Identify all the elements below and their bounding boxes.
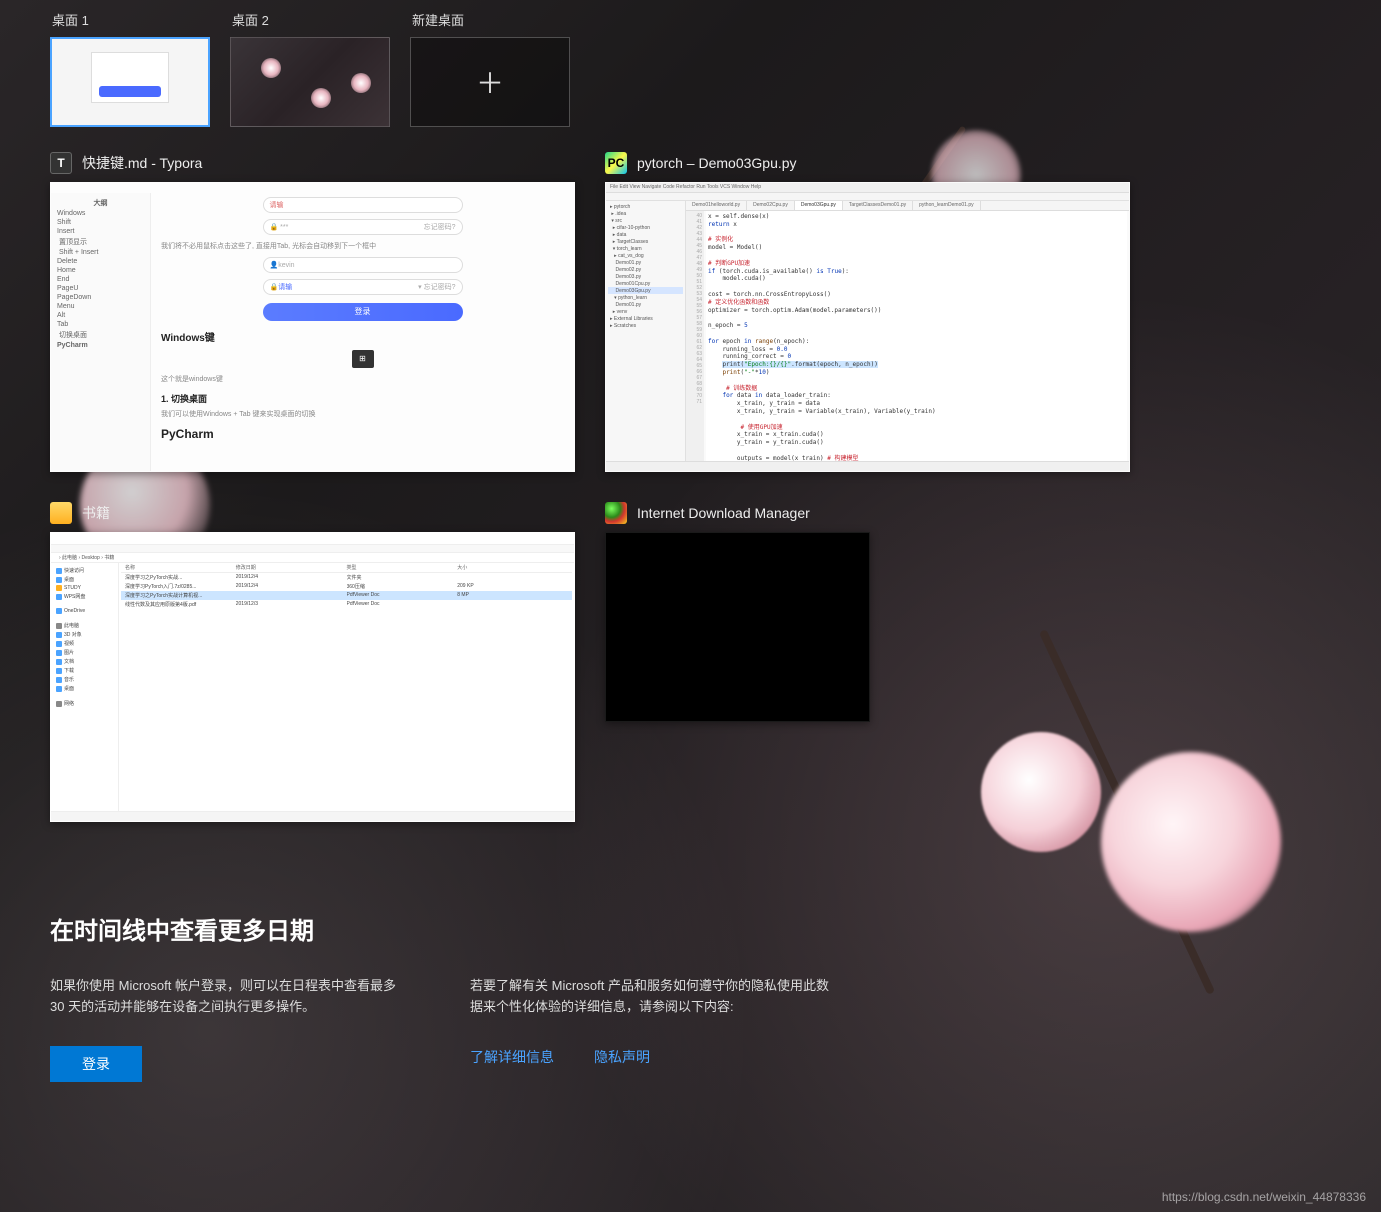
window-explorer-thumbnail[interactable]: › 此电脑 › Desktop › 书籍 快速访问 桌面 STUDY WPS网盘…	[50, 532, 575, 822]
learn-more-link[interactable]: 了解详细信息	[470, 1046, 554, 1068]
timeline-text-1: 如果你使用 Microsoft 帐户登录，则可以在日程表中查看最多 30 天的活…	[50, 976, 410, 1018]
new-desktop-label: 新建桌面	[410, 10, 570, 29]
pycharm-icon: PC	[605, 152, 627, 174]
virtual-desktops-bar: 桌面 1 桌面 2 新建桌面 ＋	[0, 0, 1381, 127]
pycharm-statusbar	[606, 461, 1129, 471]
window-pycharm-thumbnail[interactable]: File Edit View Navigate Code Refactor Ru…	[605, 182, 1130, 472]
task-view-windows: T 快捷键.md - Typora 大纲 Windows Shift Inser…	[0, 127, 1381, 822]
desktop-1-label: 桌面 1	[50, 10, 210, 29]
privacy-link[interactable]: 隐私声明	[594, 1046, 650, 1068]
window-typora-thumbnail[interactable]: 大纲 Windows Shift Insert 置顶显示 Shift + Ins…	[50, 182, 575, 472]
plus-icon: ＋	[476, 62, 504, 102]
pycharm-toolbar	[606, 193, 1129, 201]
pycharm-editor-tabs: Demo01helloworld.py Demo02Cpu.py Demo03G…	[686, 201, 1129, 211]
explorer-titlebar	[51, 533, 574, 545]
idm-icon	[605, 502, 627, 524]
desktop-2-label: 桌面 2	[230, 10, 390, 29]
explorer-address: › 此电脑 › Desktop › 书籍	[51, 553, 574, 563]
window-pycharm[interactable]: PC pytorch – Demo03Gpu.py File Edit View…	[605, 152, 1130, 472]
window-explorer-title: 书籍	[82, 503, 110, 523]
pycharm-project-tree: ▸ pytorch ▸ .idea ▾ src ▸ cifar-10-pytho…	[606, 201, 686, 461]
pycharm-menubar: File Edit View Navigate Code Refactor Ru…	[606, 183, 1129, 193]
explorer-ribbon	[51, 545, 574, 553]
window-idm-thumbnail[interactable]	[605, 532, 870, 722]
new-desktop-button[interactable]: ＋	[410, 37, 570, 127]
window-explorer[interactable]: 书籍 › 此电脑 › Desktop › 书籍 快速访问 桌面 STUDY WP…	[50, 502, 575, 822]
window-typora-title: 快捷键.md - Typora	[82, 153, 202, 173]
window-typora[interactable]: T 快捷键.md - Typora 大纲 Windows Shift Inser…	[50, 152, 575, 472]
timeline-promo: 在时间线中查看更多日期 如果你使用 Microsoft 帐户登录，则可以在日程表…	[50, 911, 1331, 1082]
explorer-statusbar	[51, 811, 574, 821]
explorer-file-list: 名称 修改日期 类型 大小 深度学习之PyTorch实战...2019/12/4…	[121, 563, 572, 811]
source-url: https://blog.csdn.net/weixin_44878336	[1162, 1190, 1366, 1204]
desktop-1-thumbnail[interactable]	[50, 37, 210, 127]
explorer-nav-pane: 快速访问 桌面 STUDY WPS网盘 OneDrive 此电脑 3D 对象 视…	[51, 563, 119, 811]
folder-icon	[50, 502, 72, 524]
window-idm-title: Internet Download Manager	[637, 505, 810, 521]
desktop-2-thumbnail[interactable]	[230, 37, 390, 127]
timeline-title: 在时间线中查看更多日期	[50, 911, 1331, 946]
window-pycharm-title: pytorch – Demo03Gpu.py	[637, 155, 797, 171]
typora-editor: 请输 🔒 ***忘记密码? 我们将不必用鼠标点击这些了, 直接用Tab, 光标会…	[161, 191, 564, 463]
timeline-text-2: 若要了解有关 Microsoft 产品和服务如何遵守你的隐私使用此数据来个性化体…	[470, 976, 830, 1018]
new-desktop[interactable]: 新建桌面 ＋	[410, 10, 570, 127]
desktop-2[interactable]: 桌面 2	[230, 10, 390, 127]
pycharm-gutter: 4041424344454647484950515253545556575859…	[686, 211, 704, 461]
login-button[interactable]: 登录	[50, 1046, 142, 1082]
desktop-1[interactable]: 桌面 1	[50, 10, 210, 127]
typora-outline: 大纲 Windows Shift Insert 置顶显示 Shift + Ins…	[51, 193, 151, 471]
typora-icon: T	[50, 152, 72, 174]
window-idm[interactable]: Internet Download Manager	[605, 502, 870, 822]
pycharm-code-editor: x = self.dense(x) return x # 实例化 model =…	[706, 211, 1127, 461]
